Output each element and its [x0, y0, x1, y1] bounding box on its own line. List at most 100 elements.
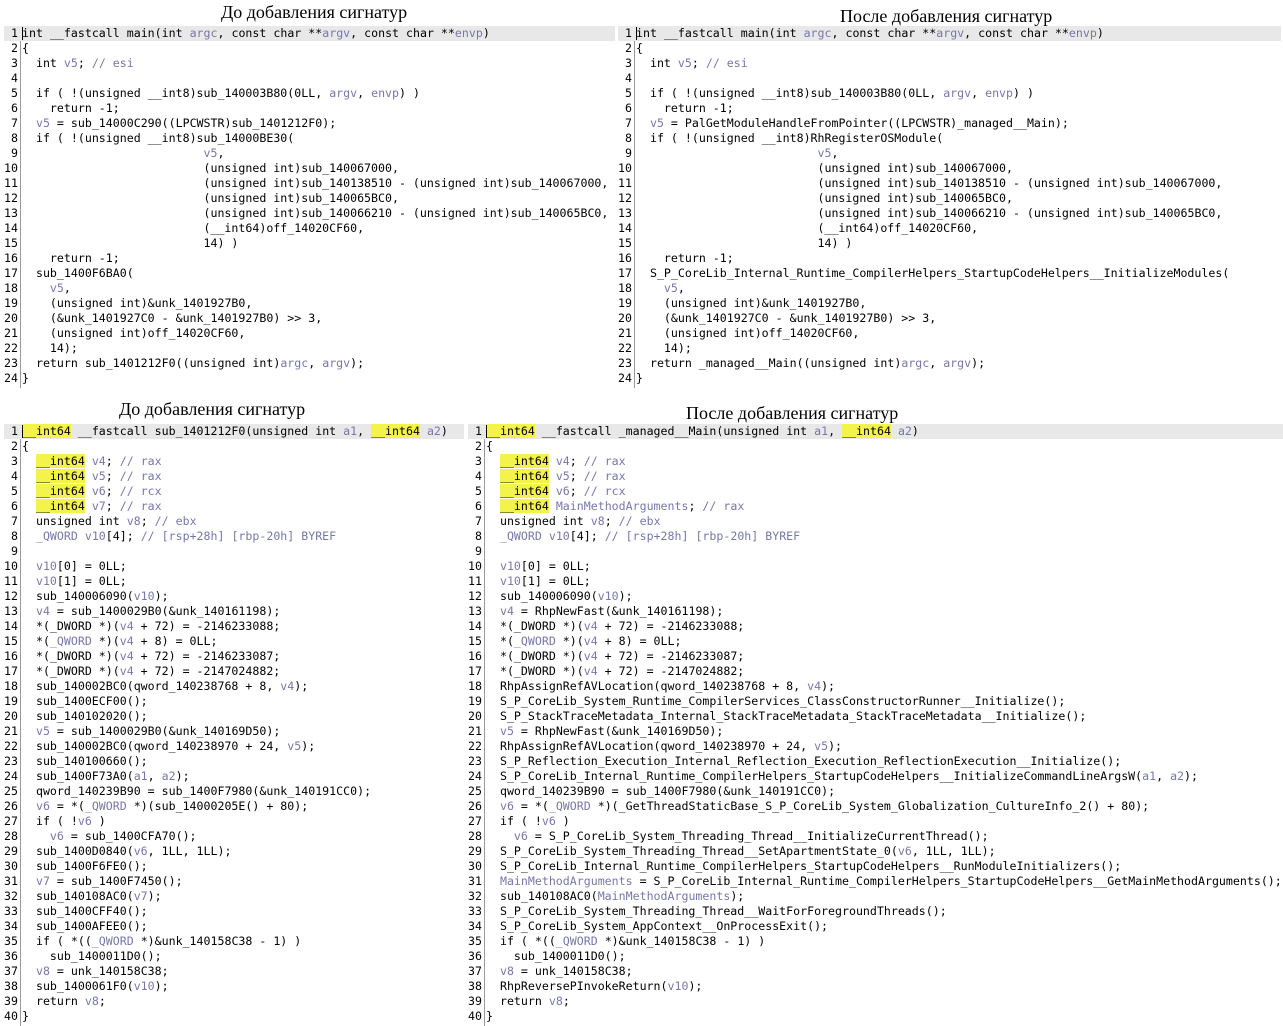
code-line[interactable]: 18 sub_140002BC0(qword_140238768 + 8, v4… — [4, 679, 464, 694]
code-line[interactable]: 13 v4 = RhpNewFast(&unk_140161198); — [468, 604, 1283, 619]
code-line[interactable]: 40} — [468, 1009, 1283, 1024]
code-line[interactable]: 22 RhpAssignRefAVLocation(qword_14023897… — [468, 739, 1283, 754]
code-line[interactable]: 16 *(_DWORD *)(v4 + 72) = -2146233087; — [468, 649, 1283, 664]
code-line[interactable]: 23 return sub_1401212F0((unsigned int)ar… — [4, 356, 615, 371]
code-line[interactable]: 17 *(_DWORD *)(v4 + 72) = -2147024882; — [4, 664, 464, 679]
code-line[interactable]: 10 v10[0] = 0LL; — [4, 559, 464, 574]
code-line[interactable]: 17 S_P_CoreLib_Internal_Runtime_Compiler… — [618, 266, 1281, 281]
code-line[interactable]: 18 v5, — [4, 281, 615, 296]
code-line[interactable]: 38 RhpReversePInvokeReturn(v10); — [468, 979, 1283, 994]
code-line[interactable]: 30 sub_1400F6FE0(); — [4, 859, 464, 874]
code-line[interactable]: 13 v4 = sub_1400029B0(&unk_140161198); — [4, 604, 464, 619]
code-pane-after-main[interactable]: 1 int __fastcall main(int argc, const cha… — [618, 26, 1281, 388]
code-line[interactable]: 7 v5 = PalGetModuleHandleFromPointer((LP… — [618, 116, 1281, 131]
code-line[interactable]: 17 *(_DWORD *)(v4 + 72) = -2147024882; — [468, 664, 1283, 679]
code-line[interactable]: 19 (unsigned int)&unk_1401927B0, — [4, 296, 615, 311]
code-line[interactable]: 10 (unsigned int)sub_140067000, — [618, 161, 1281, 176]
code-line[interactable]: 33 sub_1400CFF40(); — [4, 904, 464, 919]
code-line[interactable]: 6 __int64 MainMethodArguments; // rax — [468, 499, 1283, 514]
code-line[interactable]: 34 S_P_CoreLib_System_AppContext__OnProc… — [468, 919, 1283, 934]
code-line[interactable]: 21 v5 = sub_1400029B0(&unk_140169D50); — [4, 724, 464, 739]
code-line[interactable]: 31 MainMethodArguments = S_P_CoreLib_Int… — [468, 874, 1283, 889]
code-line[interactable]: 11 v10[1] = 0LL; — [468, 574, 1283, 589]
code-line[interactable]: 14 *(_DWORD *)(v4 + 72) = -2146233088; — [468, 619, 1283, 634]
code-line[interactable]: 7 v5 = sub_14000C290((LPCWSTR)sub_140121… — [4, 116, 615, 131]
code-line[interactable]: 25 qword_140239B90 = sub_1400F7980(&unk_… — [468, 784, 1283, 799]
code-line[interactable]: 3 __int64 v4; // rax — [4, 454, 464, 469]
code-line[interactable]: 23 return _managed__Main((unsigned int)a… — [618, 356, 1281, 371]
code-line[interactable]: 7 unsigned int v8; // ebx — [468, 514, 1283, 529]
code-line[interactable]: 14 *(_DWORD *)(v4 + 72) = -2146233088; — [4, 619, 464, 634]
code-line[interactable]: 37 v8 = unk_140158C38; — [4, 964, 464, 979]
code-line[interactable]: 24} — [4, 371, 615, 386]
code-line[interactable]: 18 RhpAssignRefAVLocation(qword_14023876… — [468, 679, 1283, 694]
code-line[interactable]: 20 sub_140102020(); — [4, 709, 464, 724]
code-line[interactable]: 6 return -1; — [4, 101, 615, 116]
code-line[interactable]: 14 (__int64)off_14020CF60, — [4, 221, 615, 236]
code-line[interactable]: 5 if ( !(unsigned __int8)sub_140003B80(0… — [618, 86, 1281, 101]
code-line[interactable]: 38 sub_1400061F0(v10); — [4, 979, 464, 994]
code-line[interactable]: 15 14) ) — [4, 236, 615, 251]
code-line[interactable]: 2{ — [4, 439, 464, 454]
code-line[interactable]: 20 (&unk_1401927C0 - &unk_1401927B0) >> … — [618, 311, 1281, 326]
code-line[interactable]: 39 return v8; — [468, 994, 1283, 1009]
code-line[interactable]: 10 v10[0] = 0LL; — [468, 559, 1283, 574]
code-line[interactable]: 26 v6 = *(_QWORD *)(sub_14000205E() + 80… — [4, 799, 464, 814]
code-line[interactable]: 29 S_P_CoreLib_System_Threading_Thread__… — [468, 844, 1283, 859]
code-line[interactable]: 2{ — [618, 41, 1281, 56]
code-line[interactable]: 20 (&unk_1401927C0 - &unk_1401927B0) >> … — [4, 311, 615, 326]
code-line[interactable]: 4 __int64 v5; // rax — [4, 469, 464, 484]
code-line[interactable]: 24 S_P_CoreLib_Internal_Runtime_Compiler… — [468, 769, 1283, 784]
code-line[interactable]: 30 S_P_CoreLib_Internal_Runtime_Compiler… — [468, 859, 1283, 874]
code-pane-before-sub[interactable]: 1 __int64 __fastcall sub_1401212F0(unsign… — [4, 424, 464, 1026]
code-line[interactable]: 23 sub_140100660(); — [4, 754, 464, 769]
code-line[interactable]: 3 __int64 v4; // rax — [468, 454, 1283, 469]
code-line[interactable]: 35 if ( *((_QWORD *)&unk_140158C38 - 1) … — [4, 934, 464, 949]
code-line[interactable]: 1 __int64 __fastcall _managed__Main(unsig… — [468, 424, 1283, 439]
code-line[interactable]: 5 __int64 v6; // rcx — [468, 484, 1283, 499]
code-line[interactable]: 3 int v5; // esi — [618, 56, 1281, 71]
code-line[interactable]: 28 v6 = S_P_CoreLib_System_Threading_Thr… — [468, 829, 1283, 844]
code-line[interactable]: 37 v8 = unk_140158C38; — [468, 964, 1283, 979]
code-line[interactable]: 1 __int64 __fastcall sub_1401212F0(unsign… — [4, 424, 464, 439]
code-line[interactable]: 29 sub_1400D0840(v6, 1LL, 1LL); — [4, 844, 464, 859]
code-line[interactable]: 2{ — [468, 439, 1283, 454]
code-line[interactable]: 11 v10[1] = 0LL; — [4, 574, 464, 589]
code-line[interactable]: 16 return -1; — [618, 251, 1281, 266]
code-line[interactable]: 13 (unsigned int)sub_140066210 - (unsign… — [618, 206, 1281, 221]
code-line[interactable]: 6 __int64 v7; // rax — [4, 499, 464, 514]
code-line[interactable]: 18 v5, — [618, 281, 1281, 296]
code-line[interactable]: 28 v6 = sub_1400CFA70(); — [4, 829, 464, 844]
code-line[interactable]: 12 (unsigned int)sub_140065BC0, — [4, 191, 615, 206]
code-line[interactable]: 12 sub_140006090(v10); — [4, 589, 464, 604]
code-line[interactable]: 12 sub_140006090(v10); — [468, 589, 1283, 604]
code-line[interactable]: 10 (unsigned int)sub_140067000, — [4, 161, 615, 176]
code-line[interactable]: 11 (unsigned int)sub_140138510 - (unsign… — [618, 176, 1281, 191]
code-line[interactable]: 9 — [468, 544, 1283, 559]
code-line[interactable]: 5 if ( !(unsigned __int8)sub_140003B80(0… — [4, 86, 615, 101]
code-line[interactable]: 39 return v8; — [4, 994, 464, 1009]
code-line[interactable]: 25 qword_140239B90 = sub_1400F7980(&unk_… — [4, 784, 464, 799]
code-line[interactable]: 5 __int64 v6; // rcx — [4, 484, 464, 499]
code-pane-after-sub[interactable]: 1 __int64 __fastcall _managed__Main(unsig… — [468, 424, 1283, 1026]
code-line[interactable]: 12 (unsigned int)sub_140065BC0, — [618, 191, 1281, 206]
code-line[interactable]: 19 (unsigned int)&unk_1401927B0, — [618, 296, 1281, 311]
code-line[interactable]: 26 v6 = *(_QWORD *)(_GetThreadStaticBase… — [468, 799, 1283, 814]
code-line[interactable]: 17 sub_1400F6BA0( — [4, 266, 615, 281]
code-line[interactable]: 8 if ( !(unsigned __int8)RhRegisterOSMod… — [618, 131, 1281, 146]
code-line[interactable]: 31 v7 = sub_1400F7450(); — [4, 874, 464, 889]
code-line[interactable]: 36 sub_1400011D0(); — [468, 949, 1283, 964]
code-line[interactable]: 27 if ( !v6 ) — [4, 814, 464, 829]
code-line[interactable]: 6 return -1; — [618, 101, 1281, 116]
code-line[interactable]: 22 14); — [618, 341, 1281, 356]
code-line[interactable]: 8 if ( !(unsigned __int8)sub_14000BE30( — [4, 131, 615, 146]
code-line[interactable]: 8 _QWORD v10[4]; // [rsp+28h] [rbp-20h] … — [468, 529, 1283, 544]
code-line[interactable]: 8 _QWORD v10[4]; // [rsp+28h] [rbp-20h] … — [4, 529, 464, 544]
code-line[interactable]: 15 *(_QWORD *)(v4 + 8) = 0LL; — [468, 634, 1283, 649]
code-line[interactable]: 1 int __fastcall main(int argc, const cha… — [4, 26, 615, 41]
code-line[interactable]: 7 unsigned int v8; // ebx — [4, 514, 464, 529]
code-line[interactable]: 9 v5, — [4, 146, 615, 161]
code-line[interactable]: 36 sub_1400011D0(); — [4, 949, 464, 964]
code-line[interactable]: 21 (unsigned int)off_14020CF60, — [4, 326, 615, 341]
code-line[interactable]: 20 S_P_StackTraceMetadata_Internal_Stack… — [468, 709, 1283, 724]
